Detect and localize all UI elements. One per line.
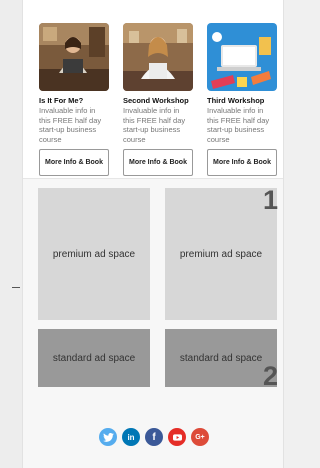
linkedin-icon[interactable]: in (122, 428, 140, 446)
workshop-1-image[interactable] (39, 23, 109, 91)
workshop-2-image[interactable] (123, 23, 193, 91)
workshop-3-more-info-button[interactable]: More Info & Book (207, 149, 277, 176)
sidebar-panel: Is It For Me? Invaluable info in this FR… (22, 0, 284, 468)
workshop-3-image[interactable] (207, 23, 277, 91)
workshop-1-description: Invaluable info in this FREE half day st… (39, 106, 102, 144)
workshop-3-title: Third Workshop (207, 96, 265, 105)
ad-spaces-section: premium ad space premium ad space 1 stan… (23, 179, 283, 468)
workshop-1-title: Is It For Me? (39, 96, 84, 105)
youtube-icon[interactable] (168, 428, 186, 446)
twitter-icon[interactable] (99, 428, 117, 446)
ad-tier-marker-2: 2 (263, 361, 279, 391)
workshop-2-more-info-button[interactable]: More Info & Book (123, 149, 193, 176)
workshop-card-1: Is It For Me? Invaluable info in this FR… (39, 23, 109, 176)
facebook-icon[interactable]: f (145, 428, 163, 446)
workshop-2-description: Invaluable info in this FREE half day st… (123, 106, 186, 144)
workshops-section: Is It For Me? Invaluable info in this FR… (23, 0, 283, 178)
google-plus-icon[interactable]: G+ (191, 428, 209, 446)
workshop-3-description: Invaluable info in this FREE half day st… (207, 106, 270, 144)
workshop-1-more-info-button[interactable]: More Info & Book (39, 149, 109, 176)
workshop-2-title: Second Workshop (123, 96, 189, 105)
social-links: in f G+ (23, 428, 283, 446)
page-margin (0, 0, 22, 468)
standard-ad-space-right[interactable]: standard ad space (165, 329, 277, 387)
workshop-card-2: Second Workshop Invaluable info in this … (123, 23, 193, 176)
margin-tick (12, 287, 20, 288)
workshop-card-3: Third Workshop Invaluable info in this F… (207, 23, 277, 176)
ad-tier-marker-1: 1 (263, 185, 279, 215)
premium-ad-space-right[interactable]: premium ad space (165, 188, 277, 320)
standard-ad-space-left[interactable]: standard ad space (38, 329, 150, 387)
premium-ad-space-left[interactable]: premium ad space (38, 188, 150, 320)
